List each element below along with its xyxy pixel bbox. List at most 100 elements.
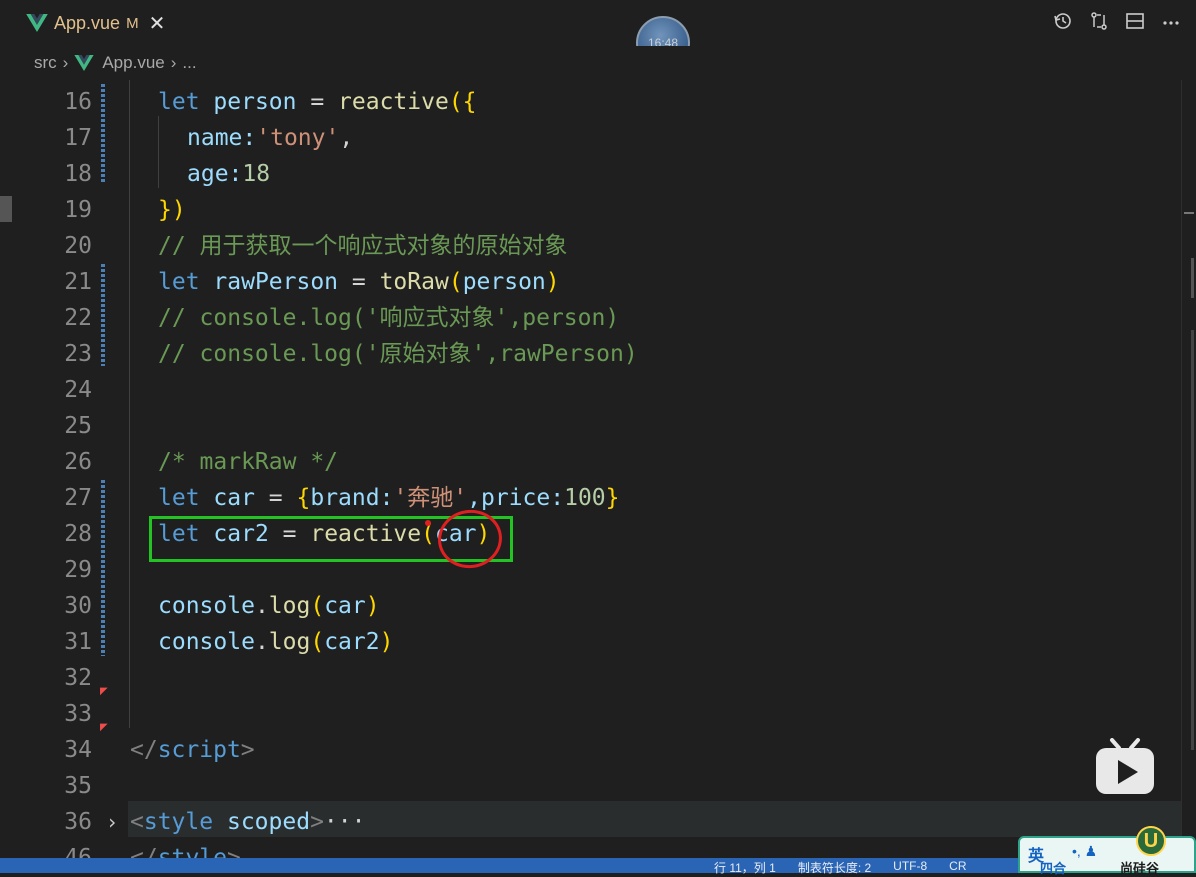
line-number: 18 bbox=[64, 161, 92, 187]
input-method-widget[interactable]: 英 •, ♟ 四合 U 尚硅谷 bbox=[1018, 826, 1196, 876]
compare-icon[interactable] bbox=[1088, 10, 1110, 32]
chevron-right-icon: › bbox=[62, 53, 69, 72]
identifier: console bbox=[158, 593, 255, 619]
line-number: 30 bbox=[64, 593, 92, 619]
status-indent[interactable]: 制表符长度: 2 bbox=[798, 859, 871, 876]
history-icon[interactable] bbox=[1052, 10, 1074, 32]
line-number: 17 bbox=[64, 125, 92, 151]
line-number: 19 bbox=[64, 197, 92, 223]
bracket: }) bbox=[158, 197, 186, 223]
bracket: ( bbox=[310, 593, 325, 619]
property-key: brand: bbox=[310, 485, 394, 511]
operator: = bbox=[296, 89, 339, 115]
line-number: 29 bbox=[64, 557, 92, 583]
code-line: 34 </script> bbox=[0, 732, 1180, 768]
identifier: person bbox=[213, 89, 297, 115]
argument: person bbox=[462, 269, 546, 295]
code-line: 24 bbox=[0, 372, 1180, 408]
code-line: 35 bbox=[0, 768, 1180, 804]
line-number: 31 bbox=[64, 629, 92, 655]
breadcrumb-folder[interactable]: src bbox=[34, 53, 57, 73]
line-number: 46 bbox=[64, 845, 92, 858]
keyword: let bbox=[158, 485, 200, 511]
bracket: ({ bbox=[448, 89, 477, 115]
code-line: 18 age:18 bbox=[0, 156, 1180, 192]
identifier: console bbox=[158, 629, 255, 655]
line-number: 33 bbox=[64, 701, 92, 727]
breadcrumb: src › App.vue › ... bbox=[0, 46, 1196, 80]
line-number: 34 bbox=[64, 737, 92, 763]
number-literal: 18 bbox=[242, 161, 271, 187]
status-cursor-position[interactable]: 行 11，列 1 bbox=[714, 859, 776, 876]
code-editor[interactable]: ◤ ◤ 16 let person = reactive({ 17 name:'… bbox=[0, 80, 1196, 858]
attribute: scoped bbox=[226, 809, 311, 835]
close-icon[interactable]: ✕ bbox=[149, 11, 166, 36]
operator: = bbox=[254, 485, 297, 511]
chevron-right-icon[interactable]: › bbox=[106, 804, 118, 840]
split-editor-icon[interactable] bbox=[1124, 10, 1146, 32]
code-line: 16 let person = reactive({ bbox=[0, 84, 1180, 120]
function-name: reactive bbox=[338, 89, 449, 115]
code-line: 25 bbox=[0, 408, 1180, 444]
code-line: 31 console.log(car2) bbox=[0, 624, 1180, 660]
line-number: 26 bbox=[64, 449, 92, 475]
code-line: 26 /* markRaw */ bbox=[0, 444, 1180, 480]
string-literal: 'tony' bbox=[256, 125, 340, 151]
code-line: 36 › <style scoped>··· bbox=[0, 804, 1180, 840]
code-line: 21 let rawPerson = toRaw(person) bbox=[0, 264, 1180, 300]
code-line: 33 bbox=[0, 696, 1180, 732]
code-line: 27 let car = {brand:'奔驰',price:100} bbox=[0, 480, 1180, 516]
line-number: 20 bbox=[64, 233, 92, 259]
tab-bar: App.vue M ✕ 16:48 bbox=[0, 0, 1196, 70]
tab-modified-indicator: M bbox=[126, 14, 139, 32]
breadcrumb-file[interactable]: App.vue bbox=[74, 53, 165, 73]
status-encoding[interactable]: UTF-8 bbox=[893, 859, 927, 876]
breadcrumb-file-label: App.vue bbox=[102, 53, 165, 72]
annotation-dot bbox=[425, 520, 431, 526]
vertical-scrollbar[interactable] bbox=[1181, 80, 1196, 858]
code-line: 23 // console.log('原始对象',rawPerson) bbox=[0, 336, 1180, 372]
function-name: toRaw bbox=[379, 269, 449, 295]
status-bar: 行 11，列 1 制表符长度: 2 UTF-8 CR bbox=[0, 858, 1196, 876]
line-number: 32 bbox=[64, 665, 92, 691]
vue-file-icon bbox=[74, 55, 94, 71]
chevron-right-icon: › bbox=[170, 53, 177, 72]
line-number: 22 bbox=[64, 305, 92, 331]
line-number: 16 bbox=[64, 89, 92, 115]
comment: // console.log('响应式对象',person) bbox=[158, 305, 620, 331]
identifier: rawPerson bbox=[213, 269, 339, 295]
line-number: 36 bbox=[64, 809, 92, 835]
breadcrumb-symbol[interactable]: ... bbox=[182, 53, 196, 73]
ime-punct-user-icon: •, ♟ bbox=[1072, 843, 1098, 859]
keyword: let bbox=[158, 269, 200, 295]
bracket: ) bbox=[545, 269, 560, 295]
bracket: ) bbox=[379, 629, 394, 655]
bracket: ) bbox=[365, 593, 380, 619]
brand-name: 尚硅谷 bbox=[1120, 861, 1160, 876]
bracket: ( bbox=[310, 629, 325, 655]
line-number: 27 bbox=[64, 485, 92, 511]
tab-app-vue[interactable]: App.vue M ✕ bbox=[14, 0, 174, 46]
status-line-ending[interactable]: CR bbox=[949, 859, 966, 876]
operator: = bbox=[338, 269, 380, 295]
number-literal: 100 bbox=[564, 485, 606, 511]
brand-logo-icon: U bbox=[1136, 826, 1166, 856]
argument: car bbox=[324, 593, 366, 619]
string-literal: '奔驰' bbox=[393, 485, 468, 511]
property-key: ,price: bbox=[467, 485, 565, 511]
code-line: 20 // 用于获取一个响应式对象的原始对象 bbox=[0, 228, 1180, 264]
more-icon[interactable] bbox=[1160, 10, 1182, 32]
line-number: 35 bbox=[64, 773, 92, 799]
punctuation: , bbox=[339, 125, 354, 151]
folded-ellipsis: ··· bbox=[323, 809, 366, 835]
tag-name: script bbox=[157, 737, 241, 763]
argument: car2 bbox=[324, 629, 380, 655]
tag-name: style bbox=[143, 809, 214, 835]
play-logo-icon bbox=[1096, 738, 1154, 794]
code-line: 22 // console.log('响应式对象',person) bbox=[0, 300, 1180, 336]
editor-actions bbox=[1052, 10, 1182, 32]
tab-filename: App.vue bbox=[54, 12, 121, 33]
function-name: log bbox=[268, 593, 311, 619]
function-name: log bbox=[268, 629, 311, 655]
bracket: { bbox=[296, 485, 311, 511]
